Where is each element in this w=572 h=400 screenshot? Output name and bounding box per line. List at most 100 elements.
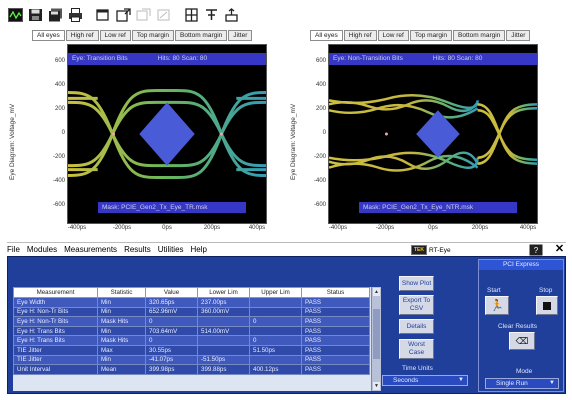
app-name: RT-Eye: [429, 246, 451, 254]
table-cell: 703.64mV: [145, 325, 198, 337]
scroll-thumb[interactable]: [373, 309, 380, 359]
clear-results-button[interactable]: ⌫: [509, 332, 535, 350]
export-csv-button[interactable]: Export To CSV: [399, 295, 434, 315]
tab-bottom-margin[interactable]: Bottom margin: [453, 30, 506, 41]
table-cell: Mask Hits: [97, 335, 146, 346]
eye-diagram-traces: [329, 94, 537, 172]
table-row[interactable]: TIE Jitter Min -41.07ps -51.50ps PASS: [13, 354, 370, 366]
table-cell: 360.00mV: [197, 306, 250, 318]
save-all-icon[interactable]: [46, 7, 64, 24]
pci-express-panel: PCI Express Start Stop 🏃 Clear Results ⌫…: [478, 259, 564, 392]
y-tick: -200: [52, 154, 65, 160]
time-units-label: Time Units: [402, 365, 433, 372]
scope-icon[interactable]: [6, 7, 24, 24]
connect-icon[interactable]: [222, 7, 240, 24]
table-cell: 514.00mV: [197, 325, 250, 337]
column-header[interactable]: Lower Lim: [197, 287, 250, 298]
svg-text:?: ?: [534, 246, 539, 255]
show-plot-button[interactable]: Show Plot: [399, 276, 434, 291]
table-cell: Eye H: Non-Tr Bits: [13, 316, 98, 327]
scroll-down-icon[interactable]: ▼: [373, 382, 380, 390]
menu-modules[interactable]: Modules: [27, 245, 57, 254]
eye-tabs: All eyes High ref Low ref Top margin Bot…: [310, 30, 531, 42]
x-axis-ticks: -400ps -200ps 0ps 200ps 400ps: [328, 225, 538, 235]
table-cell: PASS: [301, 297, 370, 308]
menu-bar: File Modules Measurements Results Utilit…: [7, 242, 566, 256]
tab-all-eyes[interactable]: All eyes: [310, 30, 343, 41]
eye-panel-non-transition: All eyes High ref Low ref Top margin Bot…: [290, 30, 566, 235]
tab-all-eyes[interactable]: All eyes: [32, 30, 65, 41]
menu-help[interactable]: Help: [191, 245, 207, 254]
menu-measurements[interactable]: Measurements: [64, 245, 117, 254]
eye-diagram-plot[interactable]: Eye: Transition Bits Hits: 80 Scan: 80 Ma…: [67, 44, 267, 224]
grid-icon[interactable]: [182, 7, 200, 24]
new-window-icon[interactable]: [114, 7, 132, 24]
table-cell: 0: [145, 316, 198, 327]
app-brand: TEK RT-Eye: [411, 244, 451, 256]
eraser-icon: ⌫: [515, 336, 529, 346]
tab-top-margin[interactable]: Top margin: [409, 30, 453, 41]
save-icon[interactable]: [26, 7, 44, 24]
table-row[interactable]: Eye Width Min 320.65ps 237.00ps PASS: [13, 297, 370, 308]
table-row[interactable]: Eye H: Trans Bits Min 703.64mV 514.00mV PASS: [13, 325, 370, 337]
tab-low-ref[interactable]: Low ref: [99, 30, 131, 41]
tab-top-margin[interactable]: Top margin: [131, 30, 175, 41]
close-icon[interactable]: ✕: [553, 243, 566, 256]
table-cell: Eye H: Non-Tr Bits: [13, 306, 98, 318]
probe-icon[interactable]: [202, 7, 220, 24]
table-cell: -41.07ps: [145, 354, 198, 366]
tab-high-ref[interactable]: High ref: [343, 30, 377, 41]
column-header[interactable]: Statistic: [97, 287, 146, 298]
tab-low-ref[interactable]: Low ref: [377, 30, 409, 41]
table-cell: [249, 306, 302, 318]
y-tick: 400: [315, 82, 326, 88]
table-row[interactable]: Eye H: Trans Bits Mask Hits 0 0 PASS: [13, 335, 370, 346]
results-panel: Measurement Statistic Value Lower Lim Up…: [7, 256, 566, 394]
start-button[interactable]: 🏃: [485, 296, 509, 315]
eye-diagram-traces: [68, 89, 266, 179]
tab-jitter[interactable]: Jitter: [228, 30, 253, 41]
time-units-select[interactable]: Seconds ▼: [382, 375, 468, 386]
y-axis-label: Eye Diagram: Voltage_mV: [9, 103, 16, 180]
tab-bottom-margin[interactable]: Bottom margin: [175, 30, 228, 41]
table-row[interactable]: Eye H: Non-Tr Bits Min 652.96mV 360.00mV PAS…: [13, 306, 370, 318]
worst-case-button[interactable]: Worst Case: [399, 339, 434, 359]
mode-select[interactable]: Single Run ▼: [485, 378, 559, 389]
menu-utilities[interactable]: Utilities: [158, 245, 184, 254]
x-tick: -200ps: [375, 225, 395, 231]
table-cell: TIE Jitter: [13, 354, 98, 366]
eye-diagram-plot[interactable]: Eye: Non-Transition Bits Hits: 80 Scan: 8…: [328, 44, 538, 224]
column-header[interactable]: Value: [145, 287, 198, 298]
table-cell: 0: [249, 335, 302, 346]
table-cell: PASS: [301, 354, 370, 366]
column-header[interactable]: Upper Lim: [249, 287, 302, 298]
tab-jitter[interactable]: Jitter: [506, 30, 531, 41]
details-button[interactable]: Details: [399, 319, 434, 334]
table-row[interactable]: Unit Interval Mean 399.98ps 399.88ps 400.12p…: [13, 364, 370, 375]
stop-label: Stop: [539, 287, 553, 294]
y-tick: -200: [313, 154, 326, 160]
clear-results-label: Clear Results: [498, 323, 538, 330]
table-row[interactable]: Eye H: Non-Tr Bits Mask Hits 0 0 PASS: [13, 316, 370, 327]
y-tick: 200: [54, 106, 65, 112]
menu-results[interactable]: Results: [124, 245, 151, 254]
table-cell: PASS: [301, 316, 370, 327]
table-row[interactable]: TIE Jitter Max 30.55ps 51.50ps PASS: [13, 344, 370, 356]
table-cell: 51.50ps: [249, 344, 302, 356]
table-scrollbar[interactable]: ▲ ▼: [371, 287, 381, 391]
table-cell: Mean: [97, 364, 146, 375]
mask-file-label: Mask: PCIE_Gen2_Tx_Eye_TR.msk: [98, 202, 246, 213]
table-header-row: Measurement Statistic Value Lower Lim Up…: [13, 287, 370, 298]
table-cell: Min: [97, 354, 146, 366]
menu-file[interactable]: File: [7, 245, 20, 254]
tab-high-ref[interactable]: High ref: [65, 30, 99, 41]
scroll-up-icon[interactable]: ▲: [373, 288, 380, 296]
column-header[interactable]: Measurement: [13, 287, 98, 298]
print-icon[interactable]: [66, 7, 84, 24]
help-icon[interactable]: ?: [529, 244, 543, 256]
column-header[interactable]: Status: [301, 287, 370, 298]
stop-button[interactable]: [536, 296, 558, 315]
window-icon[interactable]: [94, 7, 112, 24]
x-tick: 200ps: [203, 225, 221, 231]
tek-logo: TEK: [411, 245, 427, 255]
